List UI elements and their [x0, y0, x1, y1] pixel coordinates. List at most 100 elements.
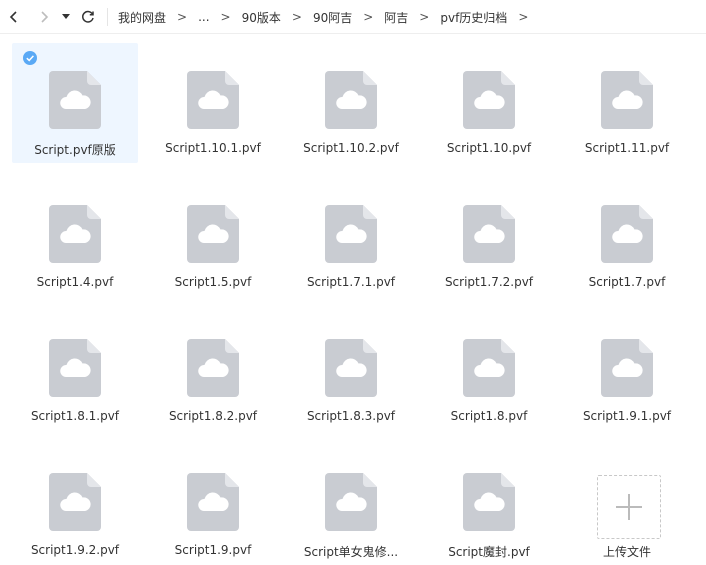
file-thumbnail: [187, 71, 239, 129]
file-thumbnail: [325, 473, 377, 531]
cloud-file-icon: [463, 205, 515, 263]
cloud-file-icon: [601, 339, 653, 397]
file-tile[interactable]: Script1.10.pvf: [426, 43, 552, 163]
file-thumbnail: [49, 339, 101, 397]
breadcrumb-item[interactable]: 阿吉: [384, 9, 408, 26]
cloud-file-icon: [187, 71, 239, 129]
cloud-file-icon: [49, 339, 101, 397]
file-thumbnail: [187, 205, 239, 263]
cloud-file-icon: [463, 339, 515, 397]
file-name: Script1.8.2.pvf: [168, 409, 258, 423]
file-tile[interactable]: Script1.9.2.pvf: [12, 445, 138, 565]
history-dropdown-button[interactable]: [58, 0, 74, 34]
file-tile[interactable]: Script1.10.2.pvf: [288, 43, 414, 163]
file-name: Script1.10.pvf: [446, 141, 532, 155]
breadcrumb-separator: >: [291, 10, 302, 24]
cloud-file-icon: [187, 205, 239, 263]
file-thumbnail: [187, 473, 239, 531]
breadcrumb-item[interactable]: pvf历史归档: [440, 9, 507, 26]
upload-label: 上传文件: [602, 545, 651, 559]
file-tile[interactable]: Script单女鬼修...: [288, 445, 414, 565]
file-thumbnail: [49, 71, 101, 129]
breadcrumb-separator: >: [518, 10, 529, 24]
chevron-left-icon: [9, 11, 17, 23]
refresh-button[interactable]: [78, 0, 98, 34]
selected-check-icon[interactable]: [23, 51, 37, 65]
file-name: Script1.10.1.pvf: [165, 141, 261, 155]
file-name: Script1.8.3.pvf: [306, 409, 396, 423]
file-tile[interactable]: Script1.9.pvf: [150, 445, 276, 565]
file-name: Script单女鬼修...: [303, 545, 399, 559]
breadcrumb: 我的网盘 >... >90版本 >90阿吉 > 阿吉 > pvf历史归档 >: [118, 0, 539, 34]
file-tile[interactable]: Script魔封.pvf: [426, 445, 552, 565]
cloud-file-icon: [601, 205, 653, 263]
cloud-file-icon: [49, 71, 101, 129]
cloud-file-icon: [187, 473, 239, 531]
breadcrumb-item[interactable]: ...: [198, 10, 209, 24]
file-tile[interactable]: Script1.10.1.pvf: [150, 43, 276, 163]
cloud-file-icon: [463, 473, 515, 531]
breadcrumb-separator: >: [220, 10, 231, 24]
file-thumbnail: [187, 339, 239, 397]
file-tile[interactable]: Script1.5.pvf: [150, 177, 276, 297]
file-thumbnail: [601, 71, 653, 129]
refresh-icon: [82, 10, 94, 23]
file-name: Script.pvf原版: [34, 143, 116, 157]
file-tile[interactable]: Script1.8.1.pvf: [12, 311, 138, 431]
file-name: Script1.4.pvf: [36, 275, 114, 289]
file-grid: Script.pvf原版 Script1.10.1.pvf Script1.10.2…: [0, 34, 706, 559]
file-name: Script1.9.1.pvf: [582, 409, 672, 423]
breadcrumb-separator: >: [363, 10, 374, 24]
file-name: Script1.10.2.pvf: [303, 141, 399, 155]
cloud-file-icon: [463, 71, 515, 129]
chevron-right-icon: [41, 11, 49, 23]
breadcrumb-item[interactable]: 90版本: [242, 9, 281, 26]
cloud-file-icon: [325, 205, 377, 263]
upload-tile[interactable]: 上传文件: [564, 445, 690, 565]
cloud-file-icon: [325, 473, 377, 531]
file-name: Script1.9.2.pvf: [30, 543, 120, 557]
file-name: Script魔封.pvf: [448, 545, 530, 559]
file-name: Script1.7.pvf: [588, 275, 666, 289]
breadcrumb-item[interactable]: 我的网盘: [118, 9, 166, 26]
breadcrumb-item[interactable]: 90阿吉: [313, 9, 352, 26]
file-tile[interactable]: Script.pvf原版: [12, 43, 138, 163]
file-tile[interactable]: Script1.4.pvf: [12, 177, 138, 297]
file-name: Script1.11.pvf: [584, 141, 670, 155]
file-tile[interactable]: Script1.8.pvf: [426, 311, 552, 431]
file-tile[interactable]: Script1.7.pvf: [564, 177, 690, 297]
plus-icon: [616, 494, 642, 520]
cloud-file-icon: [601, 71, 653, 129]
file-thumbnail: [49, 473, 101, 531]
file-thumbnail: [325, 339, 377, 397]
file-name: Script1.9.pvf: [174, 543, 252, 557]
file-thumbnail: [325, 205, 377, 263]
breadcrumb-separator: >: [177, 10, 188, 24]
file-name: Script1.5.pvf: [174, 275, 252, 289]
file-thumbnail: [463, 71, 515, 129]
upload-dropzone[interactable]: [597, 475, 661, 539]
file-name: Script1.7.1.pvf: [306, 275, 396, 289]
file-thumbnail: [601, 339, 653, 397]
cloud-file-icon: [49, 473, 101, 531]
caret-down-icon: [62, 14, 70, 19]
back-button[interactable]: [4, 0, 24, 34]
file-tile[interactable]: Script1.7.1.pvf: [288, 177, 414, 297]
file-thumbnail: [463, 205, 515, 263]
file-thumbnail: [325, 71, 377, 129]
file-tile[interactable]: Script1.8.3.pvf: [288, 311, 414, 431]
file-thumbnail: [463, 473, 515, 531]
file-tile[interactable]: Script1.8.2.pvf: [150, 311, 276, 431]
file-tile[interactable]: Script1.11.pvf: [564, 43, 690, 163]
forward-button[interactable]: [34, 0, 54, 34]
cloud-file-icon: [325, 339, 377, 397]
toolbar: 我的网盘 >... >90版本 >90阿吉 > 阿吉 > pvf历史归档 >: [0, 0, 706, 34]
cloud-file-icon: [49, 205, 101, 263]
file-name: Script1.8.pvf: [450, 409, 528, 423]
breadcrumb-separator: >: [419, 10, 430, 24]
file-tile[interactable]: Script1.9.1.pvf: [564, 311, 690, 431]
cloud-file-icon: [187, 339, 239, 397]
toolbar-divider: [107, 8, 108, 26]
file-tile[interactable]: Script1.7.2.pvf: [426, 177, 552, 297]
file-thumbnail: [463, 339, 515, 397]
